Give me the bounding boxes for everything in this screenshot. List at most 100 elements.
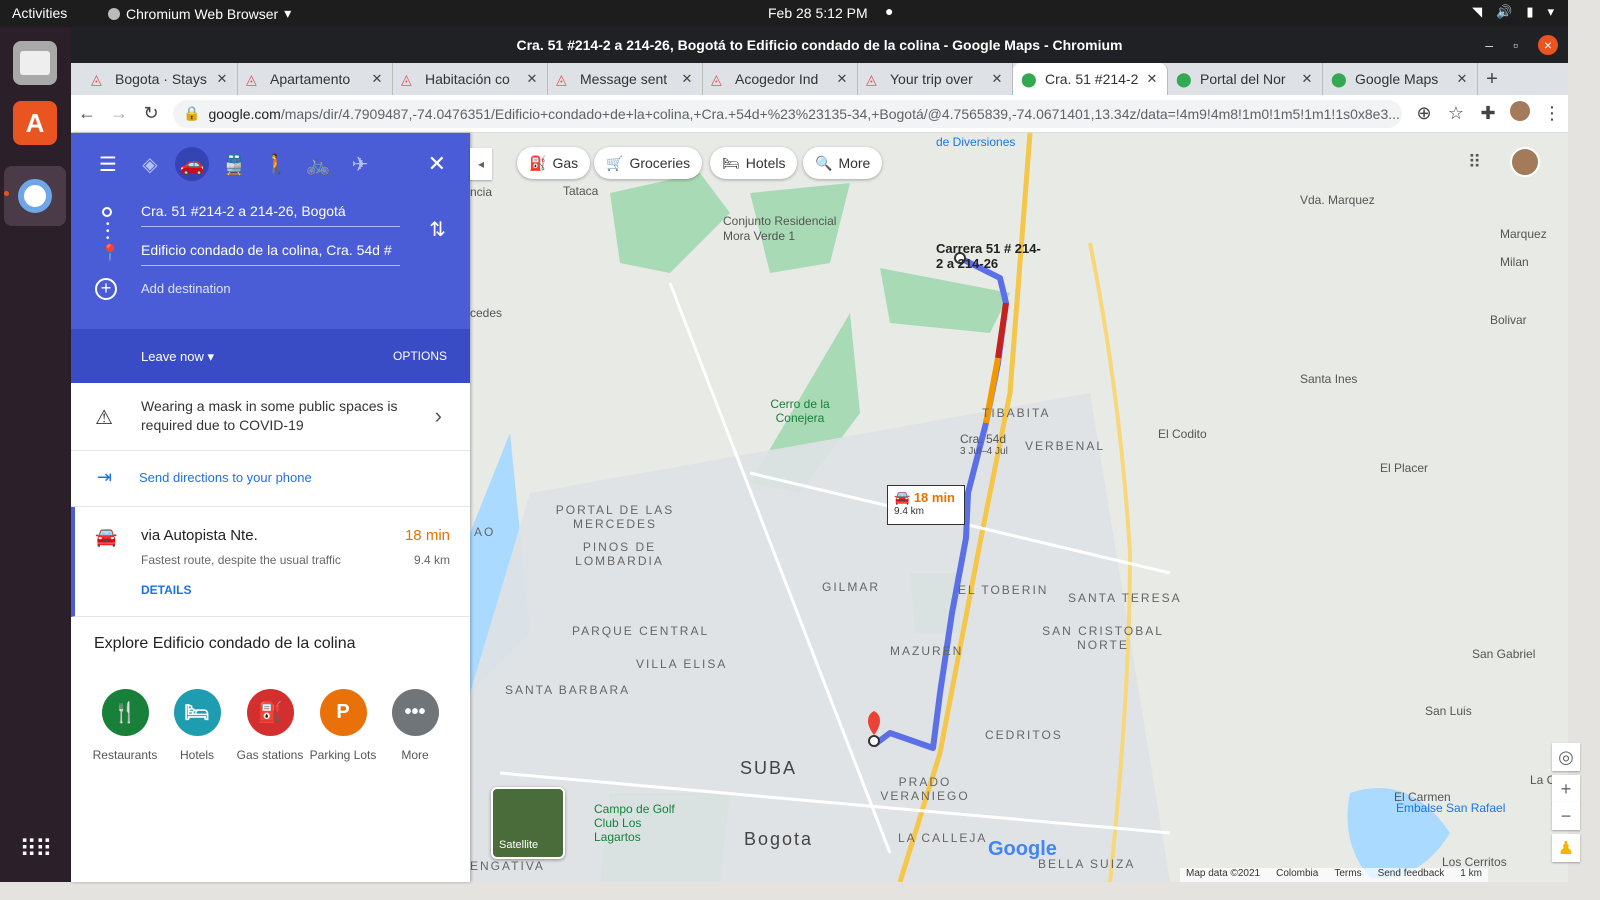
origin-input[interactable]: Cra. 51 #214-2 a 214-26, Bogotá	[141, 199, 400, 227]
tab[interactable]: ⬤ Google Maps ✕	[1323, 63, 1478, 95]
chip-label: Gas	[552, 155, 579, 171]
send-to-phone-row[interactable]: ⇥ Send directions to your phone	[71, 451, 470, 507]
terms-link[interactable]: Terms	[1334, 868, 1361, 882]
system-tray[interactable]: ◥ 🔊 ▮ ▾	[1472, 4, 1554, 20]
leave-now-dropdown[interactable]: Leave now ▾	[141, 349, 214, 365]
send-feedback-link[interactable]: Send feedback	[1378, 868, 1445, 882]
map-country[interactable]: Colombia	[1276, 868, 1318, 882]
tab[interactable]: ◬ Message sent ✕	[548, 63, 703, 95]
add-destination-icon[interactable]: +	[95, 278, 117, 300]
maps-pin-icon: ⬤	[1331, 71, 1347, 87]
maximize-icon[interactable]: ▫	[1513, 27, 1518, 63]
tab[interactable]: ◬ Acogedor Ind ✕	[703, 63, 858, 95]
map-label: ncia	[470, 185, 493, 199]
satellite-toggle[interactable]: Satellite	[491, 787, 565, 859]
options-button[interactable]: OPTIONS	[393, 349, 447, 363]
travel-mode-bar: ☰ ◈ 🚗 🚆 🚶 🚲 ✈	[91, 147, 377, 181]
software-store-icon[interactable]: A	[13, 101, 57, 145]
add-destination-button[interactable]: Add destination	[141, 281, 231, 296]
address-bar[interactable]: 🔒 google.com/maps/dir/4.7909487,-74.0476…	[173, 99, 1402, 128]
tab[interactable]: ⬤ Portal del Nor ✕	[1168, 63, 1323, 95]
close-tab-icon[interactable]: ✕	[835, 71, 849, 87]
chip-gas[interactable]: ⛽ Gas	[517, 147, 591, 179]
menu-icon[interactable]: ☰	[91, 147, 125, 181]
chip-hotels[interactable]: 🛏 Hotels	[710, 147, 798, 179]
close-tab-icon[interactable]: ✕	[1300, 71, 1314, 87]
covid-notice[interactable]: ⚠ Wearing a mask in some public spaces i…	[71, 383, 470, 451]
close-directions-icon[interactable]: ✕	[428, 151, 446, 177]
close-tab-icon[interactable]: ✕	[1455, 71, 1469, 87]
tab-active[interactable]: ⬤ Cra. 51 #214-2 ✕	[1013, 63, 1168, 95]
route-option[interactable]: 🚘 via Autopista Nte. Fastest route, desp…	[71, 507, 470, 617]
files-icon[interactable]	[13, 41, 57, 85]
tab[interactable]: ◬ Your trip over ✕	[858, 63, 1013, 95]
location-icon[interactable]: ⊕	[1408, 103, 1440, 124]
category-more[interactable]: ••• More	[379, 689, 451, 762]
category-parking[interactable]: P Parking Lots	[307, 689, 379, 762]
category-label: Gas stations	[236, 748, 304, 762]
close-tab-icon[interactable]: ✕	[990, 71, 1004, 87]
apps-grid-icon[interactable]: ⠿	[1468, 152, 1481, 173]
chip-groceries[interactable]: 🛒 Groceries	[594, 147, 703, 179]
forward-icon[interactable]: →	[103, 103, 135, 124]
category-restaurants[interactable]: 🍴 Restaurants	[89, 689, 161, 762]
menu-kebab-icon[interactable]: ⋮	[1536, 103, 1568, 124]
window-title-bar: Cra. 51 #214-2 a 214-26, Bogotá to Edifi…	[71, 27, 1568, 63]
category-hotels[interactable]: 🛏 Hotels	[161, 689, 233, 762]
route-details-link[interactable]: DETAILS	[141, 583, 191, 597]
pegman-icon[interactable]: ♟	[1552, 834, 1580, 862]
send-to-phone-link[interactable]: Send directions to your phone	[139, 470, 312, 485]
close-window-icon[interactable]: ×	[1538, 35, 1558, 55]
close-tab-icon[interactable]: ✕	[1145, 71, 1159, 87]
category-gas-stations[interactable]: ⛽ Gas stations	[234, 689, 306, 762]
clock[interactable]: Feb 28 5:12 PM	[768, 5, 868, 21]
new-tab-button[interactable]: +	[1478, 63, 1506, 95]
my-location-icon[interactable]: ◎	[1552, 743, 1580, 771]
walking-icon[interactable]: 🚶	[259, 147, 293, 181]
zoom-in-button[interactable]: +	[1552, 775, 1580, 803]
more-icon: •••	[391, 689, 439, 736]
best-route-icon[interactable]: ◈	[133, 147, 167, 181]
collapse-panel-button[interactable]: ◂	[470, 148, 492, 180]
bookmark-star-icon[interactable]: ☆	[1440, 103, 1472, 124]
flight-icon[interactable]: ✈	[343, 147, 377, 181]
close-tab-icon[interactable]: ✕	[215, 71, 229, 87]
route-time: 18 min	[404, 527, 450, 544]
account-avatar[interactable]	[1510, 147, 1540, 177]
app-menu[interactable]: Chromium Web Browser ▾	[108, 5, 291, 22]
chromium-dock-icon[interactable]	[4, 166, 66, 226]
map-label: EL TOBERIN	[958, 583, 1049, 597]
destination-input[interactable]: Edificio condado de la colina, Cra. 54d …	[141, 238, 400, 266]
driving-icon[interactable]: 🚗	[175, 147, 209, 181]
map-label: LA CALLEJA	[898, 831, 988, 845]
tab[interactable]: ◬ Habitación co ✕	[393, 63, 548, 95]
reload-icon[interactable]: ↻	[135, 103, 167, 124]
back-icon[interactable]: ←	[71, 103, 103, 124]
airbnb-icon: ◬	[401, 71, 412, 87]
tab[interactable]: ◬ Apartamento ✕	[238, 63, 393, 95]
extensions-icon[interactable]: ✚	[1472, 103, 1504, 124]
close-tab-icon[interactable]: ✕	[680, 71, 694, 87]
transit-icon[interactable]: 🚆	[217, 147, 251, 181]
cycling-icon[interactable]: 🚲	[301, 147, 335, 181]
zoom-out-button[interactable]: −	[1552, 802, 1580, 830]
minimize-icon[interactable]: –	[1485, 27, 1493, 63]
tab[interactable]: ◬ Bogota · Stays ✕	[83, 63, 238, 95]
volume-icon: 🔊	[1496, 4, 1513, 19]
close-tab-icon[interactable]: ✕	[525, 71, 539, 87]
activities-button[interactable]: Activities	[12, 5, 67, 21]
map-canvas[interactable]: Carrera 51 # 214-2 a 214-26 de Diversion…	[470, 133, 1568, 882]
tab-label: Cra. 51 #214-2	[1045, 71, 1139, 87]
tab-label: Apartamento	[270, 71, 351, 87]
chip-more[interactable]: 🔍 More	[803, 147, 883, 179]
chip-label: Groceries	[629, 155, 691, 171]
close-tab-icon[interactable]: ✕	[370, 71, 384, 87]
profile-avatar[interactable]	[1504, 101, 1536, 126]
route-time-callout[interactable]: 🚘 18 min 9.4 km	[887, 485, 965, 525]
map-label: Bogota	[744, 829, 814, 849]
map-label: Santa Ines	[1300, 372, 1358, 386]
swap-icon[interactable]: ⇅	[429, 217, 446, 242]
scale-bar[interactable]: 1 km	[1460, 868, 1482, 882]
url-path: /maps/dir/4.7909487,-74.0476351/Edificio…	[280, 105, 1400, 122]
app-grid-icon[interactable]: ⠿⠿	[13, 827, 57, 871]
